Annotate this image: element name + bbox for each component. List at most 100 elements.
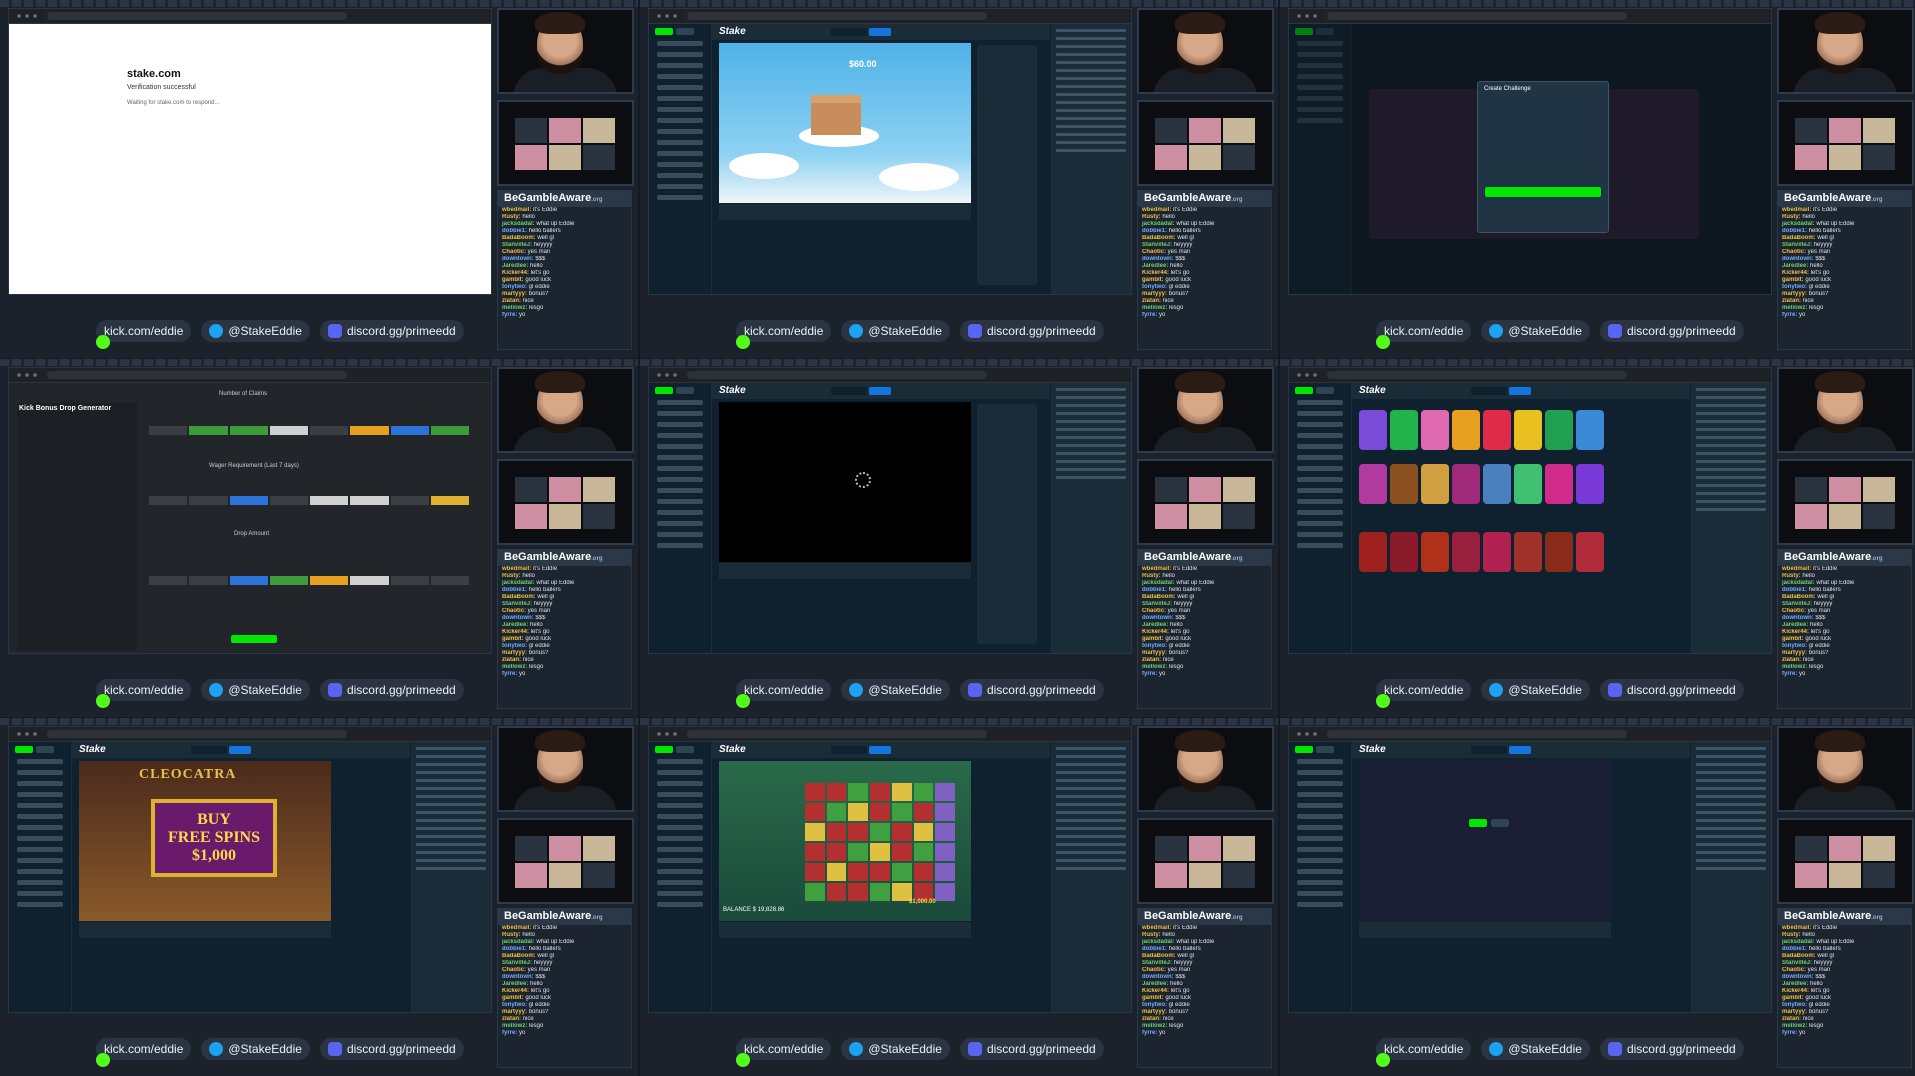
wallet-button[interactable] [869, 746, 891, 754]
kick-link[interactable]: kick.com/eddie [96, 1038, 192, 1067]
address-bar[interactable] [47, 730, 347, 738]
call-grid [1777, 818, 1914, 904]
chat-message: BadaBoom: well gl [1142, 594, 1195, 600]
chat-message: Chaotic: yes man [502, 249, 551, 255]
kick-link[interactable]: kick.com/eddie [736, 1038, 832, 1067]
wallet-button[interactable] [229, 746, 251, 754]
chat-message: gambit: good luck [1782, 995, 1832, 1001]
twitter-link[interactable]: @StakeEddie [841, 679, 950, 701]
create-challenge-button[interactable] [1485, 187, 1601, 197]
game-controls[interactable] [719, 204, 971, 220]
call-grid [1137, 459, 1274, 545]
kick-link[interactable]: kick.com/eddie [1376, 679, 1472, 708]
chat-message: fyrre: yo [502, 312, 526, 318]
discord-link[interactable]: discord.gg/primeedd [319, 320, 464, 342]
twitter-icon [849, 1042, 864, 1056]
address-bar[interactable] [1327, 371, 1627, 379]
discord-link[interactable]: discord.gg/primeedd [319, 1038, 464, 1060]
chat-box: BeGambleAware.org wbedmail: it's Eddie Ru… [497, 190, 632, 350]
game-canvas[interactable] [1359, 761, 1611, 921]
game-canvas[interactable]: BALANCE $ 19,828.86 $1,000.00 [719, 761, 971, 921]
chat-message: Rusty: hello [1782, 932, 1816, 938]
chat-message: Kicker44: let's go [502, 988, 550, 994]
webcam-feed [1777, 8, 1914, 94]
game-canvas[interactable]: CLEOCATRA BUY FREE SPINS $1,000 [79, 761, 331, 921]
chat-message: jacksdadal: what up Eddie [502, 221, 575, 227]
address-bar[interactable] [687, 730, 987, 738]
scene-cell-9: Stake BeGambleAware.org wbedmail: it's Ed… [1280, 718, 1915, 1076]
twitter-link[interactable]: @StakeEddie [841, 320, 950, 342]
chat-message: dobbie1: hello ballers [1782, 587, 1841, 593]
discord-link[interactable]: discord.gg/primeedd [319, 679, 464, 701]
address-bar[interactable] [47, 12, 347, 20]
social-links: kick.com/eddie @StakeEddie discord.gg/pr… [96, 1038, 464, 1067]
chat-message: BadaBoom: well gl [1782, 953, 1835, 959]
chat-message: gambit: good luck [1782, 636, 1832, 642]
twitter-link[interactable]: @StakeEddie [201, 1038, 310, 1060]
address-bar[interactable] [1327, 730, 1627, 738]
chat-message: zlatan: nice [1782, 657, 1814, 663]
wallet-button[interactable] [869, 387, 891, 395]
twitter-link[interactable]: @StakeEddie [1481, 679, 1590, 701]
play-real-button[interactable] [1469, 819, 1487, 827]
discord-link[interactable]: discord.gg/primeedd [1599, 320, 1744, 342]
game-canvas[interactable]: $60.00 [719, 43, 971, 203]
chat-message: mellowz: lesgo [502, 305, 544, 311]
kick-link[interactable]: kick.com/eddie [96, 320, 192, 349]
twitter-link[interactable]: @StakeEddie [841, 1038, 950, 1060]
game-controls[interactable] [1359, 922, 1611, 938]
chat-message: fyrre: yo [1782, 312, 1806, 318]
chat-message: jacksdadal: what up Eddie [1782, 580, 1855, 586]
chat-message: Jaredlee: hello [1142, 622, 1183, 628]
address-bar[interactable] [1327, 12, 1627, 20]
chat-message: tonytwo: gl eddie [1782, 284, 1830, 290]
call-grid [1137, 100, 1274, 186]
call-grid [497, 100, 634, 186]
twitter-link[interactable]: @StakeEddie [201, 679, 310, 701]
twitter-icon [1489, 324, 1504, 338]
play-fun-button[interactable] [1491, 819, 1509, 827]
site-chat [1050, 24, 1131, 294]
kick-link[interactable]: kick.com/eddie [736, 679, 832, 708]
chat-message: tonytwo: gl eddie [1782, 643, 1830, 649]
chat-box: BeGambleAware.org wbedmail: it's Eddie Rus… [1777, 908, 1912, 1068]
chat-message: Rusty: hello [502, 573, 536, 579]
chat-message: downtown: $$$ [502, 256, 546, 262]
discord-link[interactable]: discord.gg/primeedd [1599, 679, 1744, 701]
generate-button[interactable] [231, 635, 277, 643]
chat-message: wbedmail: it's Eddie [502, 207, 558, 213]
wallet-button[interactable] [869, 28, 891, 36]
scene-cell-2: Stake $60.00 BeGambleAware.org wbedmail: … [640, 0, 1278, 358]
address-bar[interactable] [47, 371, 347, 379]
call-grid [497, 459, 634, 545]
kick-link[interactable]: kick.com/eddie [736, 320, 832, 349]
game-controls[interactable] [79, 922, 331, 938]
call-grid [497, 818, 634, 904]
kick-link[interactable]: kick.com/eddie [1376, 1038, 1472, 1067]
address-bar[interactable] [687, 371, 987, 379]
address-bar[interactable] [687, 12, 987, 20]
discord-link[interactable]: discord.gg/primeedd [959, 320, 1104, 342]
game-canvas[interactable] [719, 402, 971, 562]
twitter-link[interactable]: @StakeEddie [1481, 320, 1590, 342]
game-controls[interactable] [719, 922, 971, 938]
chat-message: jacksdadal: what up Eddie [1782, 939, 1855, 945]
twitter-link[interactable]: @StakeEddie [201, 320, 310, 342]
kick-icon [1376, 1053, 1390, 1067]
wallet-button[interactable] [1509, 387, 1531, 395]
chat-message: Jaredlee: hello [1782, 263, 1823, 269]
chat-message: downtown: $$$ [1142, 256, 1186, 262]
kick-link[interactable]: kick.com/eddie [96, 679, 192, 708]
chat-message: BadaBoom: well gl [502, 953, 555, 959]
bet-readout: $1,000.00 [909, 899, 936, 905]
browser-screen: Create Challenge [1288, 8, 1772, 295]
wallet-button[interactable] [1509, 746, 1531, 754]
twitter-link[interactable]: @StakeEddie [1481, 1038, 1590, 1060]
chat-message: wbedmail: it's Eddie [1142, 207, 1198, 213]
discord-link[interactable]: discord.gg/primeedd [959, 679, 1104, 701]
discord-link[interactable]: discord.gg/primeedd [1599, 1038, 1744, 1060]
buy-free-spins-offer[interactable]: BUY FREE SPINS $1,000 [151, 799, 277, 877]
kick-link[interactable]: kick.com/eddie [1376, 320, 1472, 349]
discord-link[interactable]: discord.gg/primeedd [959, 1038, 1104, 1060]
game-controls[interactable] [719, 563, 971, 579]
